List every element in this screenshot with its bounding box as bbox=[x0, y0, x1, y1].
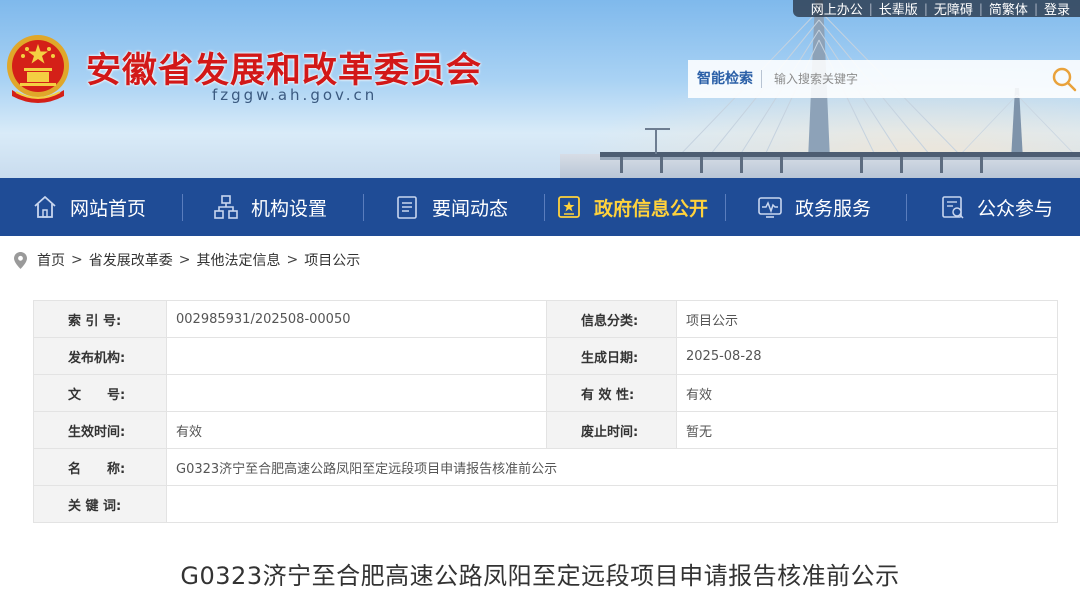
breadcrumb-project-notice[interactable]: 项目公示 bbox=[304, 250, 360, 270]
document-info-table: 索 引 号: 002985931/202508-00050 信息分类: 项目公示… bbox=[33, 300, 1058, 523]
validity-value: 有效 bbox=[676, 374, 1058, 412]
news-icon bbox=[397, 196, 417, 219]
abolish-time-label: 废止时间: bbox=[546, 411, 677, 449]
nav-divider bbox=[363, 194, 364, 221]
table-row: 文 号: 有 效 性: 有效 bbox=[33, 374, 1058, 412]
keywords-value bbox=[166, 485, 1058, 523]
validity-label: 有 效 性: bbox=[546, 374, 677, 412]
nav-item-services[interactable]: 政务服务 bbox=[757, 178, 871, 236]
nav-divider bbox=[725, 194, 726, 221]
table-row: 名 称: G0323济宁至合肥高速公路凤阳至定远段项目申请报告核准前公示 bbox=[33, 448, 1058, 486]
doc-number-value bbox=[166, 374, 547, 412]
publisher-label: 发布机构: bbox=[33, 337, 167, 375]
nav-item-home[interactable]: 网站首页 bbox=[32, 178, 146, 236]
breadcrumb-separator: > bbox=[178, 252, 191, 268]
nav-item-label: 公众参与 bbox=[977, 197, 1054, 220]
header-banner: 安徽省发展和改革委员会 fzggw.ah.gov.cn 网上办公 | 长辈版 |… bbox=[0, 0, 1080, 178]
effective-time-value: 有效 bbox=[166, 411, 547, 449]
date-label: 生成日期: bbox=[546, 337, 677, 375]
nav-item-gov-info-open[interactable]: 政府信息公开 bbox=[556, 178, 708, 236]
table-row: 发布机构: 生成日期: 2025-08-28 bbox=[33, 337, 1058, 375]
nav-divider bbox=[544, 194, 545, 221]
name-value: G0323济宁至合肥高速公路凤阳至定远段项目申请报告核准前公示 bbox=[166, 448, 1058, 486]
top-link-login[interactable]: 登录 bbox=[1038, 0, 1076, 18]
home-icon bbox=[34, 196, 56, 218]
nav-item-label: 要闻动态 bbox=[432, 197, 509, 220]
nav-item-label: 网站首页 bbox=[70, 197, 147, 220]
search-icon[interactable] bbox=[1050, 65, 1078, 93]
search-input[interactable] bbox=[774, 72, 1044, 86]
service-icon bbox=[758, 197, 782, 218]
table-row: 生效时间: 有效 废止时间: 暂无 bbox=[33, 411, 1058, 449]
doc-number-label: 文 号: bbox=[33, 374, 167, 412]
top-link-simplified-traditional[interactable]: 简繁体 bbox=[983, 0, 1034, 18]
category-label: 信息分类: bbox=[546, 300, 677, 338]
table-row: 关 键 词: bbox=[33, 485, 1058, 523]
nav-item-news[interactable]: 要闻动态 bbox=[394, 178, 508, 236]
breadcrumb-drc[interactable]: 省发展改革委 bbox=[89, 250, 173, 270]
nav-item-label: 政务服务 bbox=[795, 197, 872, 220]
search-box: 智能检索 bbox=[688, 60, 1080, 98]
top-link-elder-mode[interactable]: 长辈版 bbox=[873, 0, 924, 18]
keywords-label: 关 键 词: bbox=[33, 485, 167, 523]
breadcrumb-separator: > bbox=[71, 252, 83, 268]
breadcrumb: 首页 > 省发展改革委 > 其他法定信息 > 项目公示 bbox=[14, 249, 360, 271]
nav-divider bbox=[182, 194, 183, 221]
nav-item-public-participation[interactable]: 公众参与 bbox=[939, 178, 1053, 236]
date-value: 2025-08-28 bbox=[676, 337, 1058, 375]
main-nav: 网站首页 机构设置 要闻动态 政府信息公开 政务服务 公众参与 bbox=[0, 178, 1080, 236]
info-open-icon bbox=[558, 196, 580, 218]
nav-item-organization[interactable]: 机构设置 bbox=[213, 178, 327, 236]
nav-item-label: 机构设置 bbox=[251, 197, 328, 220]
breadcrumb-separator: > bbox=[286, 252, 299, 268]
effective-time-label: 生效时间: bbox=[33, 411, 167, 449]
top-links-bar: 网上办公 | 长辈版 | 无障碍 | 简繁体 | 登录 bbox=[792, 0, 1080, 18]
participation-icon bbox=[942, 196, 964, 219]
org-chart-icon bbox=[214, 195, 238, 219]
smart-search-label[interactable]: 智能检索 bbox=[688, 70, 762, 88]
abolish-time-value: 暂无 bbox=[676, 411, 1058, 449]
location-pin-icon bbox=[14, 251, 27, 269]
national-emblem-icon bbox=[7, 35, 69, 103]
index-label: 索 引 号: bbox=[33, 300, 167, 338]
nav-divider bbox=[906, 194, 907, 221]
category-value: 项目公示 bbox=[676, 300, 1058, 338]
breadcrumb-home[interactable]: 首页 bbox=[37, 250, 65, 270]
table-row: 索 引 号: 002985931/202508-00050 信息分类: 项目公示 bbox=[33, 300, 1058, 338]
nav-item-label: 政府信息公开 bbox=[594, 197, 709, 220]
index-value: 002985931/202508-00050 bbox=[166, 300, 547, 338]
site-domain: fzggw.ah.gov.cn bbox=[212, 86, 378, 104]
top-link-accessibility[interactable]: 无障碍 bbox=[928, 0, 979, 18]
publisher-value bbox=[166, 337, 547, 375]
name-label: 名 称: bbox=[33, 448, 167, 486]
breadcrumb-other-statutory-info[interactable]: 其他法定信息 bbox=[196, 250, 280, 270]
top-link-online-office[interactable]: 网上办公 bbox=[805, 0, 869, 18]
article-title: G0323济宁至合肥高速公路凤阳至定远段项目申请报告核准前公示 bbox=[180, 562, 900, 590]
